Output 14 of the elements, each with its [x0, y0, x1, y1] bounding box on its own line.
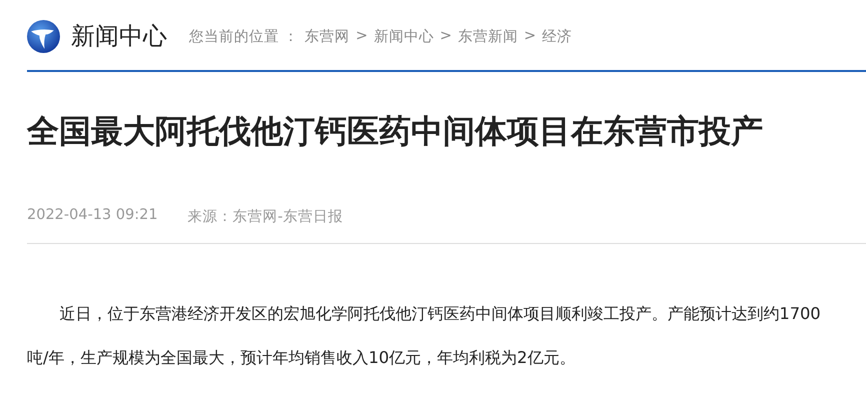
- article-paragraph: 近日，位于东营港经济开发区的宏旭化学阿托伐他汀钙医药中间体项目顺利竣工投产。产能预计达到约1700吨/年，生产规模为全国最大，预计年均销售收入10亿元，年均利税为2亿元。: [27, 303, 822, 369]
- breadcrumb-link[interactable]: 新闻中心: [374, 26, 434, 46]
- site-name: 新闻中心: [71, 21, 167, 52]
- breadcrumb-link[interactable]: 东营网: [304, 26, 350, 46]
- publish-date: 2022-04-13 09:21: [27, 207, 158, 225]
- breadcrumb-label: 您当前的位置 ：: [189, 28, 299, 46]
- logo-icon: [27, 20, 60, 52]
- breadcrumb-link[interactable]: 东营新闻: [458, 26, 518, 46]
- article-title: 全国最大阿托伐他汀钙医药中间体项目在东营市投产: [27, 111, 764, 152]
- breadcrumb-separator: >: [440, 28, 452, 44]
- breadcrumb-link[interactable]: 经济: [542, 26, 572, 46]
- breadcrumb-separator: >: [356, 28, 368, 44]
- article-source: 来源：东营网-东营日报: [188, 208, 343, 226]
- breadcrumb-separator: >: [524, 28, 536, 44]
